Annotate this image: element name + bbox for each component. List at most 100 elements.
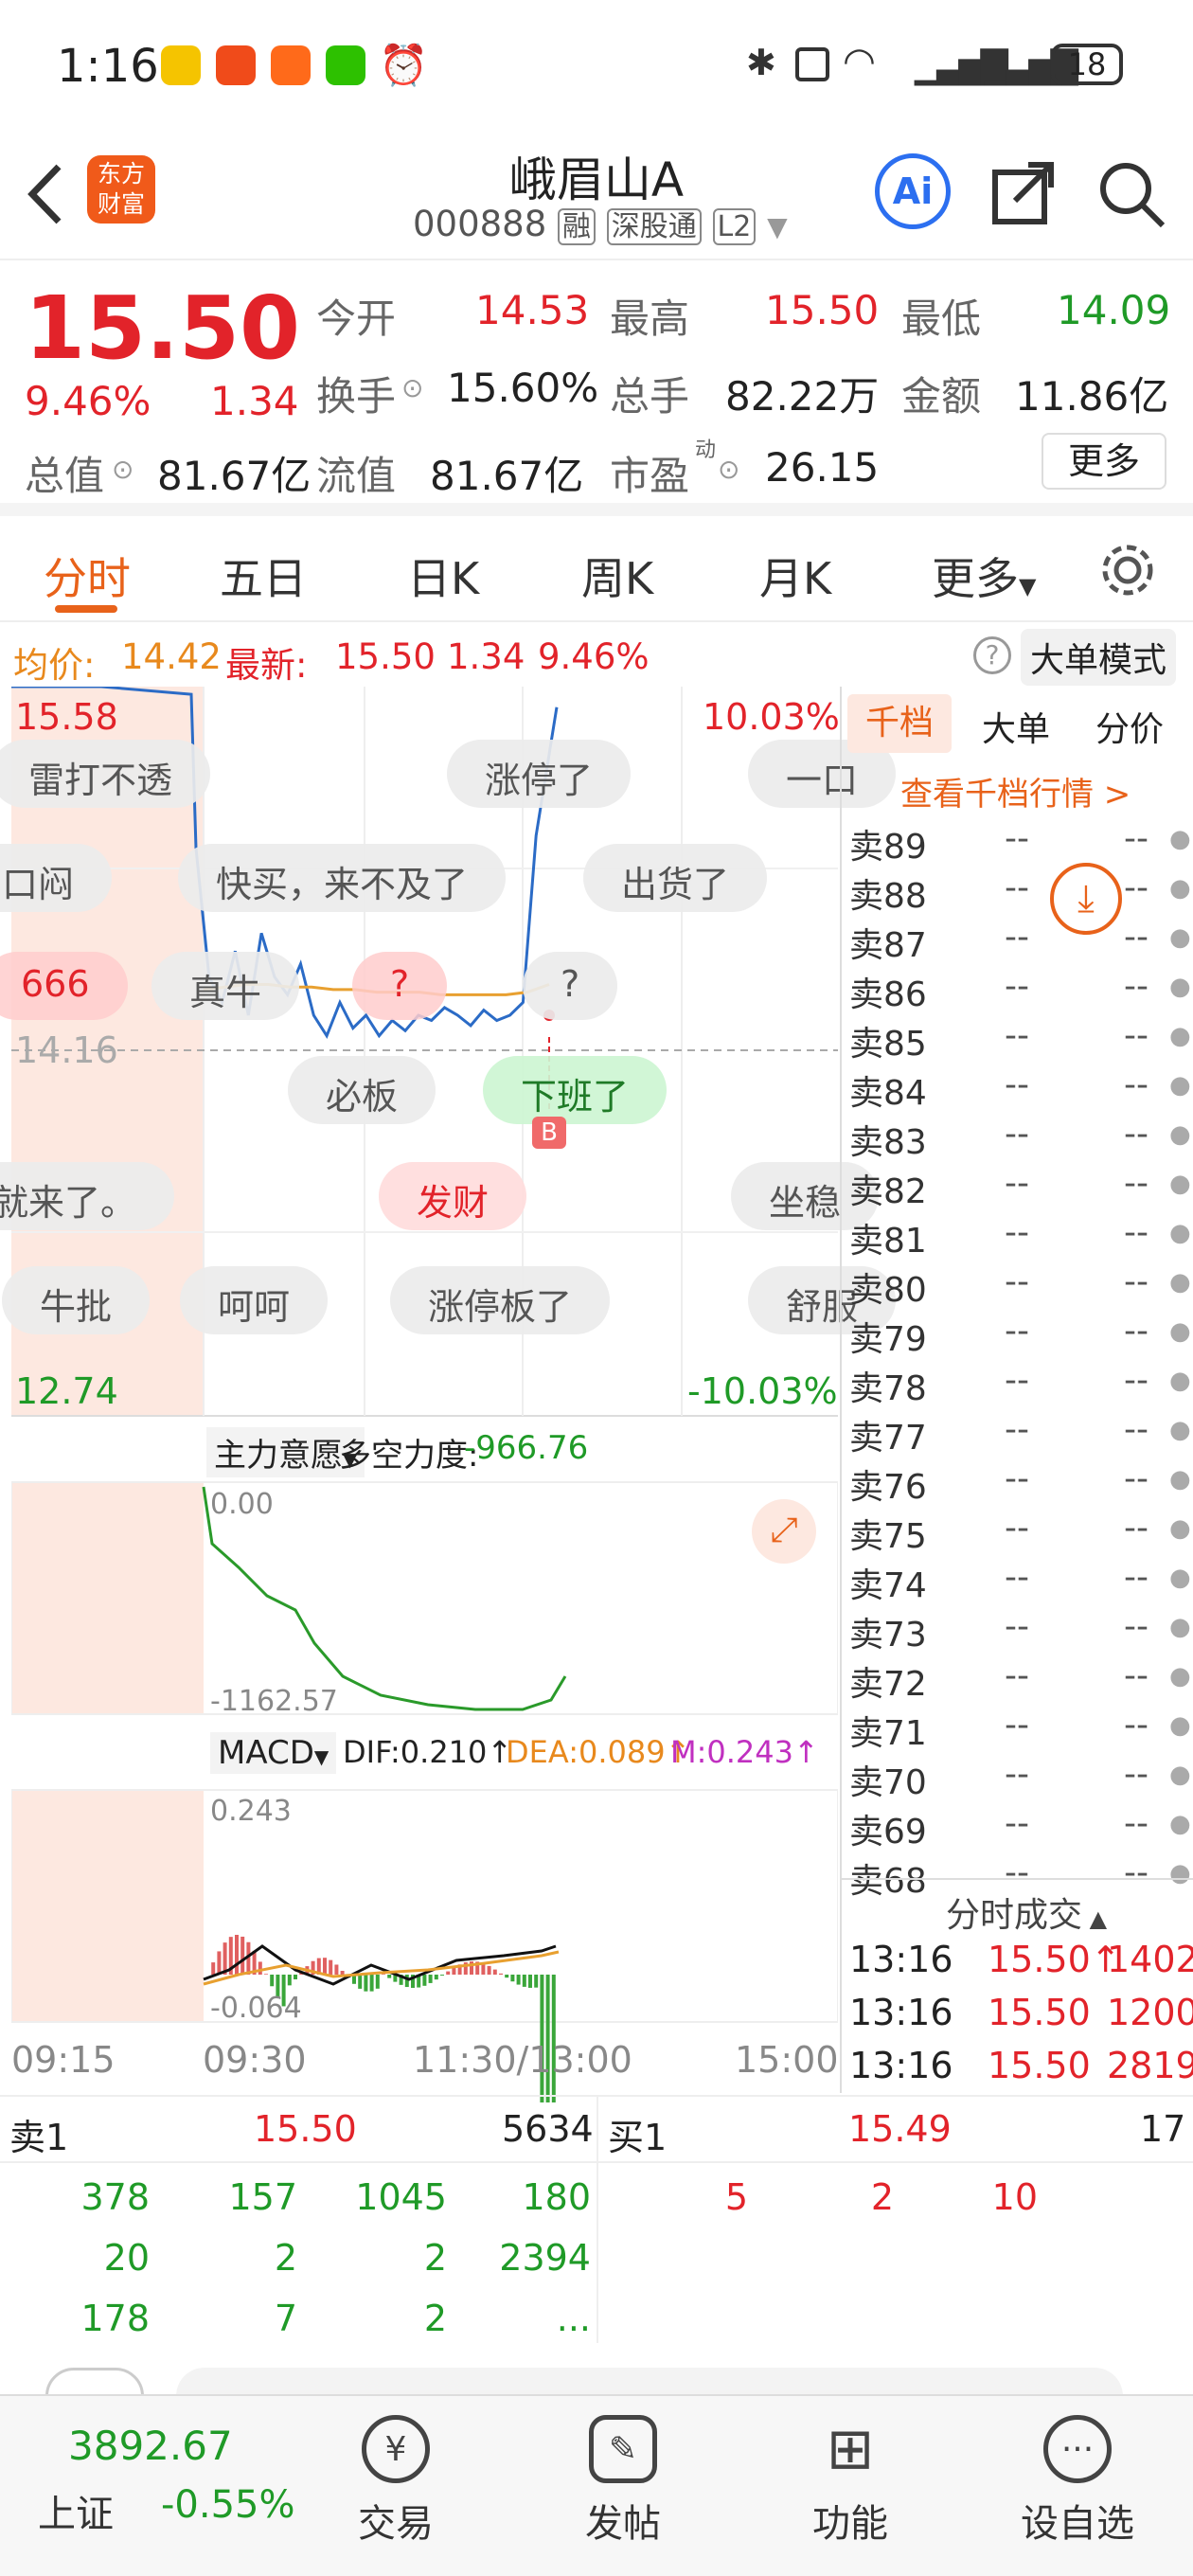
- tab-intraday[interactable]: 分时: [44, 545, 131, 607]
- sell-level-price: --: [1005, 1607, 1029, 1646]
- macd-dea: DEA:0.089↑: [506, 1734, 691, 1770]
- dropdown-icon[interactable]: ▼: [767, 211, 788, 242]
- index-change: -0.55%: [161, 2483, 295, 2527]
- avg-value: 14.42: [121, 636, 222, 677]
- search-icon[interactable]: [1096, 159, 1166, 229]
- sell-level-row: 卖75 -- -- ●: [849, 1509, 1191, 1558]
- info-icon[interactable]: ⊙: [401, 372, 423, 403]
- help-icon[interactable]: ?: [973, 636, 1011, 674]
- back-arrow-icon[interactable]: [21, 161, 68, 227]
- volume-value: 82.22万: [725, 373, 880, 420]
- sell-level-label: 卖83: [849, 1123, 927, 1162]
- trade-icon: ¥: [362, 2415, 430, 2483]
- alarm-icon: ⏰: [379, 42, 429, 88]
- ai-button[interactable]: Ai: [875, 153, 951, 229]
- bullet-comment: 快买，来不及了: [178, 844, 507, 912]
- macd-bar: [434, 1975, 438, 1980]
- view-depth-link[interactable]: 查看千档行情 >: [900, 768, 1131, 814]
- sell-level-volume: --: [1124, 1558, 1148, 1597]
- axis-top-percent: 10.03%: [703, 696, 840, 738]
- expand-icon[interactable]: ⤢: [752, 1499, 816, 1564]
- sell-level-row: 卖86 -- -- ●: [849, 967, 1191, 1016]
- sell-level-row: 卖77 -- -- ●: [849, 1410, 1191, 1459]
- settings-gear-icon[interactable]: [1098, 541, 1157, 599]
- sell-level-price: --: [1005, 819, 1029, 858]
- bullet-comment: 呵呵: [180, 1266, 329, 1334]
- tab-weekly-k[interactable]: 周K: [581, 545, 653, 607]
- trades-title[interactable]: 分时成交 ▲: [946, 1887, 1107, 1937]
- macd-bar: [492, 1969, 497, 1975]
- tab-big-order[interactable]: 大单: [982, 702, 1050, 751]
- sell-queue-cell: 1045: [355, 2176, 447, 2218]
- sell-level-label: 卖76: [849, 1468, 927, 1507]
- comment-input[interactable]: [176, 2368, 1123, 2394]
- sell-queue-cell: 20: [103, 2237, 150, 2279]
- trade-volume: 2819: [1107, 2045, 1193, 2086]
- nav-post-label: 发帖: [585, 2502, 661, 2546]
- macd-bar: [235, 1935, 239, 1975]
- nav-trade[interactable]: ¥ 交易: [320, 2415, 472, 2548]
- sell-level-label: 卖82: [849, 1172, 927, 1211]
- amount-label: 金额: [901, 373, 982, 420]
- tab-monthly-k[interactable]: 月K: [759, 545, 831, 607]
- sell-level-volume: --: [1124, 1262, 1148, 1301]
- macd-select[interactable]: MACD▼: [210, 1732, 337, 1774]
- tab-more[interactable]: 更多▼: [932, 545, 1036, 607]
- download-icon[interactable]: ⤓: [1050, 863, 1122, 935]
- more-dots-icon: ···: [1043, 2415, 1112, 2483]
- sell-level-volume: --: [1124, 1853, 1148, 1892]
- sell-level-price: --: [1005, 1164, 1029, 1203]
- intraday-chart[interactable]: 15.58 10.03% 14.16 12.74 -10.03% 雷打不透 涨停…: [0, 687, 897, 2102]
- sell-level-label: 卖74: [849, 1566, 927, 1605]
- dot-icon: ●: [1169, 1859, 1191, 1887]
- chevron-up-icon: ▲: [1082, 1905, 1108, 1932]
- sell-level-price: --: [1005, 1558, 1029, 1597]
- macd-bar: [516, 1975, 521, 1985]
- tab-price-level[interactable]: 分价: [1095, 702, 1164, 751]
- buy-marker-badge[interactable]: B: [532, 1117, 566, 1149]
- sell-level-label: 卖80: [849, 1271, 927, 1310]
- sell-level-row: 卖70 -- -- ●: [849, 1755, 1191, 1804]
- dot-icon: ●: [1169, 1268, 1191, 1297]
- index-value[interactable]: 3892.67: [68, 2423, 233, 2469]
- sell-level-price: --: [1005, 1509, 1029, 1547]
- dot-icon: ●: [1169, 1416, 1191, 1444]
- macd-bar: [340, 1970, 345, 1975]
- macd-m: M:0.243↑: [670, 1734, 819, 1770]
- sell-queue-cell: 2394: [499, 2237, 591, 2279]
- big-order-mode-button[interactable]: 大单模式: [1021, 629, 1177, 686]
- nav-post[interactable]: ✎ 发帖: [547, 2415, 699, 2548]
- nav-functions[interactable]: ⊞ 功能: [775, 2415, 926, 2548]
- dot-icon: ●: [1169, 1514, 1191, 1543]
- info-icon[interactable]: ⊙: [112, 454, 134, 485]
- share-icon[interactable]: [990, 159, 1057, 225]
- sell-level-price: --: [1005, 868, 1029, 907]
- sell-level-price: --: [1005, 1262, 1029, 1301]
- tab-depth[interactable]: 千档: [847, 694, 952, 753]
- sell-level-price: --: [1005, 1361, 1029, 1400]
- notification-icon: [216, 45, 256, 85]
- float-value: 81.67亿: [430, 453, 584, 499]
- nav-watchlist[interactable]: ··· 设自选: [1002, 2415, 1153, 2548]
- macd-bar: [258, 1961, 262, 1975]
- tab-daily-k[interactable]: 日K: [407, 545, 479, 607]
- sell-level-volume: --: [1124, 1016, 1148, 1055]
- nav-trade-label: 交易: [358, 2502, 434, 2546]
- pe-sup: 动: [695, 438, 717, 462]
- dot-icon: ●: [1169, 874, 1191, 903]
- dot-icon: ●: [1169, 973, 1191, 1001]
- more-button[interactable]: 更多: [1042, 433, 1166, 490]
- sell-level-price: --: [1005, 1853, 1029, 1892]
- tab-five-day[interactable]: 五日: [220, 545, 307, 607]
- latest-label: 最新:: [225, 645, 308, 686]
- emoji-button[interactable]: [45, 2368, 144, 2394]
- sell-level-price: --: [1005, 1016, 1029, 1055]
- edit-icon: ✎: [589, 2415, 657, 2483]
- last-price: 15.50: [25, 277, 301, 379]
- sell-level-label: 卖84: [849, 1074, 927, 1113]
- info-icon[interactable]: ⊙: [718, 454, 739, 485]
- sell-level-price: --: [1005, 1065, 1029, 1104]
- avg-label: 均价:: [13, 645, 96, 686]
- sell-queue-cell: 2: [423, 2298, 447, 2339]
- price-info-line: 均价: 14.42 最新: 15.50 1.34 9.46% ? 大单模式: [0, 625, 1193, 686]
